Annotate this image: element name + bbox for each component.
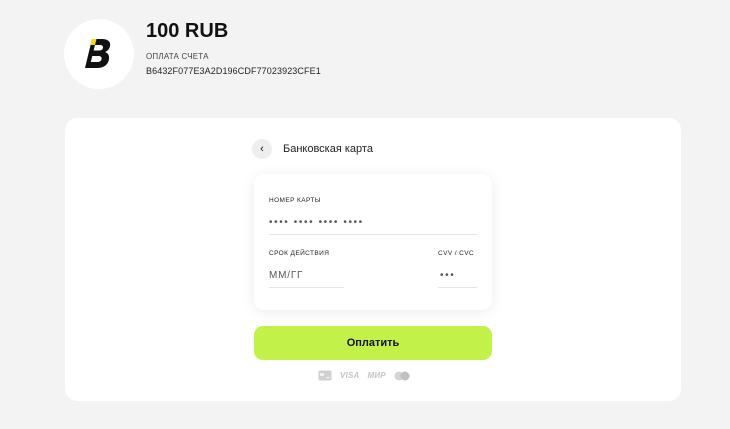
- mir-logo: МИР: [367, 371, 386, 380]
- cvv-input[interactable]: •••: [440, 270, 455, 281]
- mastercard-icon: [394, 371, 410, 380]
- expiry-underline: [269, 287, 344, 288]
- expiry-label: СРОК ДЕЙСТВИЯ: [269, 250, 330, 257]
- expiry-input[interactable]: ММ/ГГ: [269, 270, 303, 281]
- b-logo-icon: [85, 39, 111, 68]
- card-number-label: НОМЕР КАРТЫ: [269, 197, 321, 204]
- cvv-label: CVV / CVC: [438, 250, 475, 257]
- pay-button[interactable]: Оплатить: [254, 326, 492, 360]
- card-form: НОМЕР КАРТЫ •••• •••• •••• •••• СРОК ДЕЙ…: [254, 174, 492, 310]
- merchant-logo: [64, 19, 134, 89]
- payment-method-title: Банковская карта: [283, 143, 373, 155]
- payment-brands: VISA МИР: [318, 370, 410, 381]
- chevron-left-icon: ‹: [260, 142, 264, 155]
- card-number-input[interactable]: •••• •••• •••• ••••: [269, 217, 364, 228]
- invoice-label: ОПЛАТА СЧЕТА: [146, 52, 209, 61]
- card-number-underline: [269, 234, 477, 235]
- invoice-id: B6432F077E3A2D196CDF77023923CFE1: [146, 66, 321, 76]
- payment-amount: 100 RUB: [146, 20, 229, 42]
- back-button[interactable]: ‹: [252, 139, 272, 159]
- visa-logo: VISA: [340, 371, 360, 380]
- bank-card-icon: [318, 370, 332, 381]
- cvv-underline: [438, 287, 477, 288]
- method-header: ‹ Банковская карта: [252, 139, 373, 159]
